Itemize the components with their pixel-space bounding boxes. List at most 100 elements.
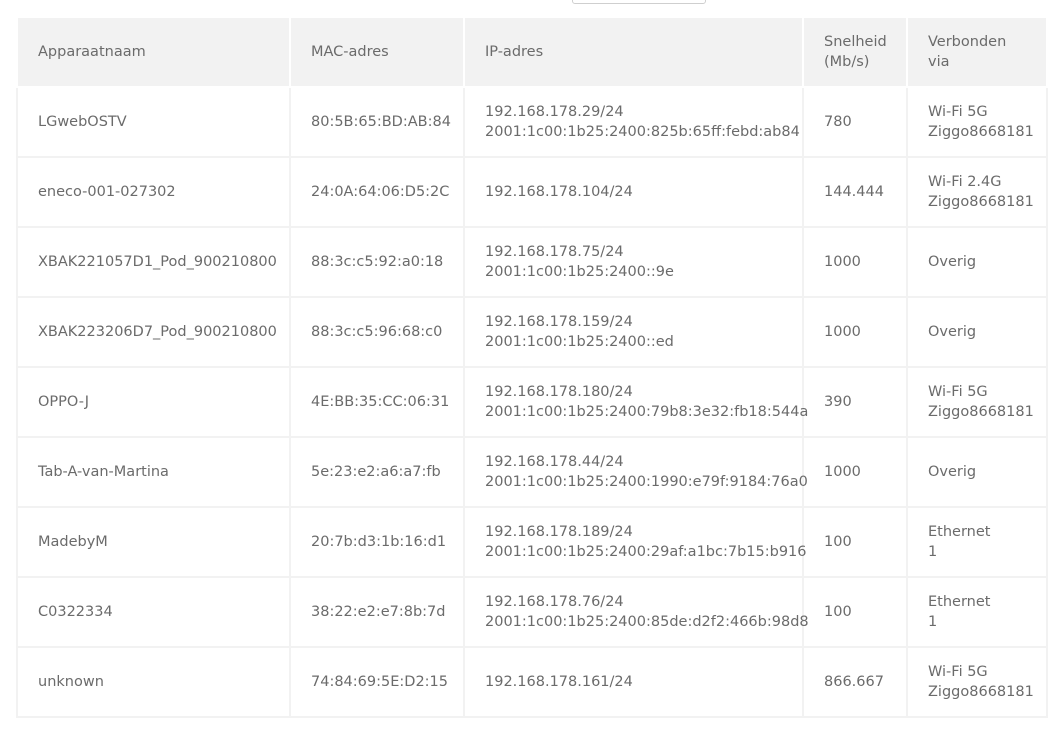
- cell-mac-address: 88:3c:c5:96:68:c0: [289, 296, 465, 368]
- header-label: Verbonden: [928, 34, 1007, 50]
- cell-device-name-text: Tab-A-van-Martina: [38, 464, 169, 480]
- cell-ip-address: 192.168.178.180/24 2001:1c00:1b25:2400:79…: [463, 366, 809, 438]
- table-row[interactable]: C0322334 38:22:e2:e7:8b:7d 192.168.178.76/…: [16, 576, 1048, 648]
- cell-device-name: eneco-001-027302: [16, 156, 291, 228]
- cell-mac-address-text: 5e:23:e2:a6:a7:fb: [311, 464, 441, 480]
- column-header-mac: MAC-adres: [289, 16, 465, 88]
- cell-speed: 1000: [802, 296, 908, 368]
- cell-device-name-text: eneco-001-027302: [38, 184, 176, 200]
- cell-connected-via: Ethernet 1: [906, 576, 1048, 648]
- cell-ip-address-text: 192.168.178.75/24: [485, 244, 624, 260]
- table-row[interactable]: unknown 74:84:69:5E:D2:15 192.168.178.161/…: [16, 646, 1048, 718]
- cell-speed-text: 780: [824, 114, 852, 130]
- table-row[interactable]: XBAK223206D7_Pod_900210800 88:3c:c5:96:68…: [16, 296, 1048, 368]
- table-header-row: Apparaatnaam MAC-adres IP-adres Snelheid…: [16, 16, 1048, 88]
- cell-speed: 1000: [802, 436, 908, 508]
- cell-device-name-text: LGwebOSTV: [38, 114, 127, 130]
- cell-mac-address-text: 88:3c:c5:92:a0:18: [311, 254, 444, 270]
- cell-ip-address: 192.168.178.29/24 2001:1c00:1b25:2400:825…: [463, 86, 804, 158]
- cell-ip-address-text: 2001:1c00:1b25:2400:79b8:3e32:fb18:544a: [485, 404, 809, 420]
- cell-connected-via-text: Wi-Fi 5G: [928, 664, 988, 680]
- top-tab[interactable]: [572, 0, 706, 4]
- cell-mac-address-text: 80:5B:65:BD:AB:84: [311, 114, 451, 130]
- header-label: (Mb/s): [824, 54, 870, 70]
- cell-device-name: OPPO-J: [16, 366, 291, 438]
- cell-ip-address: 192.168.178.159/242001:1c00:1b25:2400::e…: [463, 296, 804, 368]
- header-label: via: [928, 54, 950, 70]
- header-label: IP-adres: [485, 44, 544, 60]
- cell-mac-address: 74:84:69:5E:D2:15: [289, 646, 465, 718]
- cell-speed-text: 100: [824, 604, 852, 620]
- table-row[interactable]: OPPO-J 4E:BB:35:CC:06:31 192.168.178.180/2…: [16, 366, 1048, 438]
- cell-device-name: XBAK223206D7_Pod_900210800: [16, 296, 291, 368]
- cell-ip-address-text: 192.168.178.189/24: [485, 524, 633, 540]
- table-row[interactable]: MadebyM 20:7b:d3:1b:16:d1 192.168.178.189/…: [16, 506, 1048, 578]
- cell-connected-via-text: Overig: [928, 464, 977, 480]
- cell-speed-text: 866.667: [824, 674, 884, 690]
- cell-speed-text: 1000: [824, 254, 861, 270]
- cell-speed-text: 1000: [824, 464, 861, 480]
- cell-ip-address: 192.168.178.104/24: [463, 156, 804, 228]
- cell-ip-address: 192.168.178.76/24 2001:1c00:1b25:2400:85d…: [463, 576, 809, 648]
- cell-connected-via-text: 1: [928, 614, 938, 630]
- cell-connected-via-text: Ziggo8668181: [928, 124, 1034, 140]
- table-row[interactable]: XBAK221057D1_Pod_900210800 88:3c:c5:92:a0…: [16, 226, 1048, 298]
- cell-speed-text: 390: [824, 394, 852, 410]
- cell-ip-address-text: 192.168.178.161/24: [485, 674, 633, 690]
- cell-speed: 144.444: [802, 156, 908, 228]
- cell-mac-address: 20:7b:d3:1b:16:d1: [289, 506, 465, 578]
- cell-connected-via: Overig: [906, 226, 1048, 298]
- cell-mac-address-text: 74:84:69:5E:D2:15: [311, 674, 449, 690]
- cell-ip-address-text: 192.168.178.180/24: [485, 384, 633, 400]
- cell-speed: 100: [802, 576, 908, 648]
- cell-mac-address: 5e:23:e2:a6:a7:fb: [289, 436, 465, 508]
- cell-ip-address-text: 192.168.178.29/24: [485, 104, 624, 120]
- table-row[interactable]: eneco-001-027302 24:0A:64:06:D5:2C 192.168…: [16, 156, 1048, 228]
- cell-ip-address-text: 192.168.178.104/24: [485, 184, 633, 200]
- cell-device-name-text: OPPO-J: [38, 394, 90, 410]
- cell-connected-via-text: Wi-Fi 5G: [928, 104, 988, 120]
- column-header-speed: Snelheid (Mb/s): [802, 16, 908, 88]
- header-label: Snelheid: [824, 34, 887, 50]
- cell-ip-address-text: 2001:1c00:1b25:2400::9e: [485, 264, 674, 280]
- header-label: Apparaatnaam: [38, 44, 146, 60]
- cell-connected-via-text: 1: [928, 544, 938, 560]
- table-body: LGwebOSTV 80:5B:65:BD:AB:84 192.168.178.29…: [16, 86, 1048, 718]
- cell-mac-address: 80:5B:65:BD:AB:84: [289, 86, 465, 158]
- cell-mac-address-text: 4E:BB:35:CC:06:31: [311, 394, 450, 410]
- cell-device-name: XBAK221057D1_Pod_900210800: [16, 226, 291, 298]
- cell-device-name: C0322334: [16, 576, 291, 648]
- cell-connected-via: Wi-Fi 5G Ziggo8668181: [906, 86, 1048, 158]
- cell-ip-address-text: 2001:1c00:1b25:2400:29af:a1bc:7b15:b916: [485, 544, 807, 560]
- cell-connected-via-text: Ziggo8668181: [928, 404, 1034, 420]
- cell-speed-text: 1000: [824, 324, 861, 340]
- cell-mac-address-text: 38:22:e2:e7:8b:7d: [311, 604, 446, 620]
- cell-connected-via-text: Ziggo8668181: [928, 194, 1034, 210]
- cell-device-name: Tab-A-van-Martina: [16, 436, 291, 508]
- cell-speed: 100: [802, 506, 908, 578]
- cell-mac-address: 88:3c:c5:92:a0:18: [289, 226, 465, 298]
- table-row[interactable]: Tab-A-van-Martina 5e:23:e2:a6:a7:fb 192.16…: [16, 436, 1048, 508]
- cell-ip-address-text: 192.168.178.159/24: [485, 314, 633, 330]
- cell-speed: 1000: [802, 226, 908, 298]
- cell-ip-address: 192.168.178.44/24 2001:1c00:1b25:2400:199…: [463, 436, 808, 508]
- column-header-ip: IP-adres: [463, 16, 804, 88]
- cell-mac-address-text: 20:7b:d3:1b:16:d1: [311, 534, 447, 550]
- cell-connected-via: Wi-Fi 5G Ziggo8668181: [906, 366, 1048, 438]
- cell-device-name: MadebyM: [16, 506, 291, 578]
- table-row[interactable]: LGwebOSTV 80:5B:65:BD:AB:84 192.168.178.29…: [16, 86, 1048, 158]
- cell-speed: 390: [802, 366, 908, 438]
- cell-device-name-text: XBAK223206D7_Pod_900210800: [38, 324, 277, 340]
- cell-ip-address-text: 2001:1c00:1b25:2400:1990:e79f:9184:76a0: [485, 474, 808, 490]
- cell-ip-address: 192.168.178.189/24 2001:1c00:1b25:2400:29…: [463, 506, 807, 578]
- cell-mac-address: 24:0A:64:06:D5:2C: [289, 156, 465, 228]
- cell-connected-via-text: Ethernet: [928, 524, 991, 540]
- cell-mac-address: 4E:BB:35:CC:06:31: [289, 366, 465, 438]
- cell-speed: 780: [802, 86, 908, 158]
- cell-ip-address-text: 2001:1c00:1b25:2400::ed: [485, 334, 674, 350]
- cell-speed-text: 144.444: [824, 184, 884, 200]
- cell-connected-via: Overig: [906, 296, 1048, 368]
- header-label: MAC-adres: [311, 44, 389, 60]
- cell-speed: 866.667: [802, 646, 908, 718]
- cell-device-name-text: XBAK221057D1_Pod_900210800: [38, 254, 277, 270]
